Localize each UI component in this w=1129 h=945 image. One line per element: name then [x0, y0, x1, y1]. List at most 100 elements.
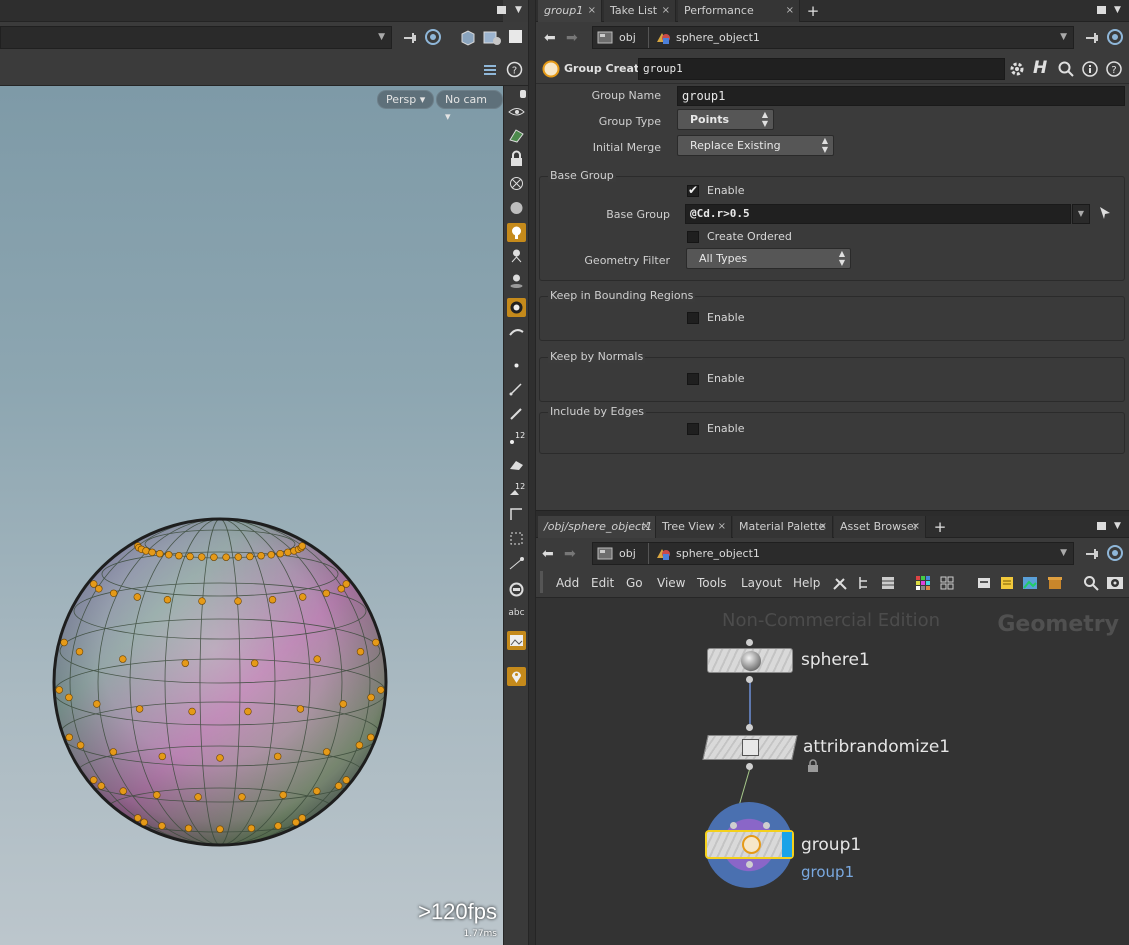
back-arrow-icon[interactable]: ⬅ [544, 30, 556, 46]
background-image-icon[interactable] [1022, 575, 1038, 591]
add-tab-icon[interactable]: + [932, 516, 948, 538]
node-input-port[interactable] [730, 822, 737, 829]
help-icon[interactable]: ? [1105, 60, 1123, 78]
lock-icon[interactable] [807, 759, 819, 772]
close-icon[interactable]: × [588, 0, 596, 22]
shaded-icon[interactable] [507, 198, 526, 217]
add-tab-icon[interactable]: + [805, 0, 821, 22]
base-group-dropdown[interactable]: ▼ [1072, 204, 1090, 224]
gear-icon[interactable] [1008, 60, 1026, 78]
breadcrumb-obj[interactable]: obj [619, 543, 636, 564]
bounding-enable-checkbox[interactable] [687, 312, 699, 324]
light-icon[interactable] [507, 246, 526, 265]
close-icon[interactable]: × [642, 516, 650, 538]
pin-icon[interactable] [1083, 29, 1101, 47]
link-icon[interactable] [1106, 28, 1124, 46]
pane-maximize-icon[interactable] [1097, 522, 1106, 530]
viewer-path-combo[interactable]: ▼ [0, 26, 392, 49]
node-input-port[interactable] [746, 639, 753, 646]
network-editor-canvas[interactable]: Non-Commercial Edition Geometry sphere1 … [536, 598, 1129, 945]
node-output-port[interactable] [746, 763, 753, 770]
pin-icon[interactable] [401, 29, 419, 47]
sphere-geometry[interactable] [0, 86, 503, 945]
info-icon[interactable] [1081, 60, 1099, 78]
pane-maximize-icon[interactable] [1097, 6, 1106, 14]
node-sphere1[interactable] [707, 648, 793, 673]
tab-tree-view[interactable]: Tree View × [656, 516, 732, 538]
sticky-note-icon[interactable] [999, 575, 1015, 591]
visibility-eye-icon[interactable] [1106, 574, 1124, 592]
3d-viewport[interactable]: Persp ▾ No cam ▾ >120fps 1.77ms [0, 86, 503, 945]
node-attribrandomize1[interactable] [702, 735, 798, 760]
snapshot-icon[interactable] [509, 30, 522, 43]
tab-group1[interactable]: group1 × [538, 0, 602, 22]
grid-view-icon[interactable] [939, 575, 955, 591]
vertex-display-icon[interactable] [507, 529, 526, 548]
node-label-group1[interactable]: group1 [801, 835, 861, 855]
point-numbers-icon[interactable]: 12 [507, 428, 526, 447]
pane-menu-icon[interactable]: ▼ [1114, 5, 1121, 15]
network-path-combo[interactable]: obj sphere_object1 ▼ [592, 542, 1074, 565]
chevron-down-icon[interactable]: ▼ [1060, 32, 1067, 42]
text-labels-icon[interactable]: abc [505, 604, 528, 623]
node-input-port[interactable] [746, 724, 753, 731]
object-view-icon[interactable] [482, 28, 504, 48]
create-ordered-checkbox[interactable] [687, 231, 699, 243]
normals-enable-checkbox[interactable] [687, 373, 699, 385]
tree-icon[interactable] [856, 575, 872, 591]
tools-icon[interactable] [832, 575, 848, 591]
location-marker-icon[interactable] [507, 667, 526, 686]
menu-go[interactable]: Go [626, 576, 643, 590]
tab-material-palette[interactable]: Material Palette × [733, 516, 833, 538]
node-group1[interactable] [705, 830, 794, 859]
background-image-icon[interactable] [507, 631, 526, 650]
uv-display-icon[interactable] [507, 554, 526, 573]
strip-menu-icon[interactable] [520, 90, 526, 98]
network-box-icon[interactable] [976, 575, 992, 591]
menu-edit[interactable]: Edit [591, 576, 614, 590]
archive-icon[interactable] [1047, 575, 1063, 591]
display-flag[interactable] [782, 832, 792, 857]
select-arrow-icon[interactable] [1098, 205, 1112, 221]
group-type-menu[interactable]: Points ▲ ▼ [677, 109, 774, 130]
menu-view[interactable]: View [657, 576, 685, 590]
cube-icon[interactable] [458, 28, 478, 48]
backface-icon[interactable] [507, 323, 526, 342]
edges-enable-checkbox[interactable] [687, 423, 699, 435]
node-label-attribrandomize1[interactable]: attribrandomize1 [803, 737, 950, 757]
geometry-filter-menu[interactable]: All Types ▲ ▼ [686, 248, 851, 269]
node-input-port[interactable] [763, 822, 770, 829]
close-icon[interactable]: × [786, 0, 794, 22]
pane-menu-icon[interactable]: ▼ [515, 5, 522, 15]
tab-take-list[interactable]: Take List × [604, 0, 676, 22]
menu-layout[interactable]: Layout [741, 576, 782, 590]
close-icon[interactable]: × [718, 516, 726, 538]
houdini-help-icon[interactable]: H [1033, 58, 1047, 78]
node-output-port[interactable] [746, 676, 753, 683]
param-path-combo[interactable]: obj sphere_object1 ▼ [592, 26, 1074, 49]
display-flag-icon[interactable] [507, 580, 526, 599]
close-icon[interactable]: × [662, 0, 670, 22]
shadow-light-icon[interactable] [507, 271, 526, 290]
pin-icon[interactable] [1083, 545, 1101, 563]
edge-display-icon[interactable] [507, 504, 526, 523]
prim-numbers-icon[interactable]: 12 [507, 479, 526, 498]
base-group-enable-checkbox[interactable] [687, 183, 699, 197]
search-icon[interactable] [1083, 575, 1099, 591]
help-icon[interactable]: ? [506, 61, 523, 78]
tab-asset-browser[interactable]: Asset Browser × [834, 516, 926, 538]
node-output-port[interactable] [746, 861, 753, 868]
group-name-field[interactable]: group1 [677, 86, 1125, 106]
forward-arrow-icon[interactable]: ➡ [564, 546, 576, 562]
menu-tools[interactable]: Tools [697, 576, 727, 590]
point-trail-icon[interactable] [507, 404, 526, 423]
forward-arrow-icon[interactable]: ➡ [566, 30, 578, 46]
link-icon[interactable] [424, 28, 442, 46]
chevron-down-icon[interactable]: ▼ [378, 32, 385, 42]
display-options-icon[interactable] [482, 62, 498, 78]
breadcrumb-sphere-object[interactable]: sphere_object1 [676, 27, 760, 48]
back-arrow-icon[interactable]: ⬅ [542, 546, 554, 562]
base-group-expression-field[interactable]: @Cd.r>0.5 [685, 204, 1071, 224]
visibility-eye-icon[interactable] [507, 102, 526, 121]
menu-add[interactable]: Add [556, 576, 579, 590]
